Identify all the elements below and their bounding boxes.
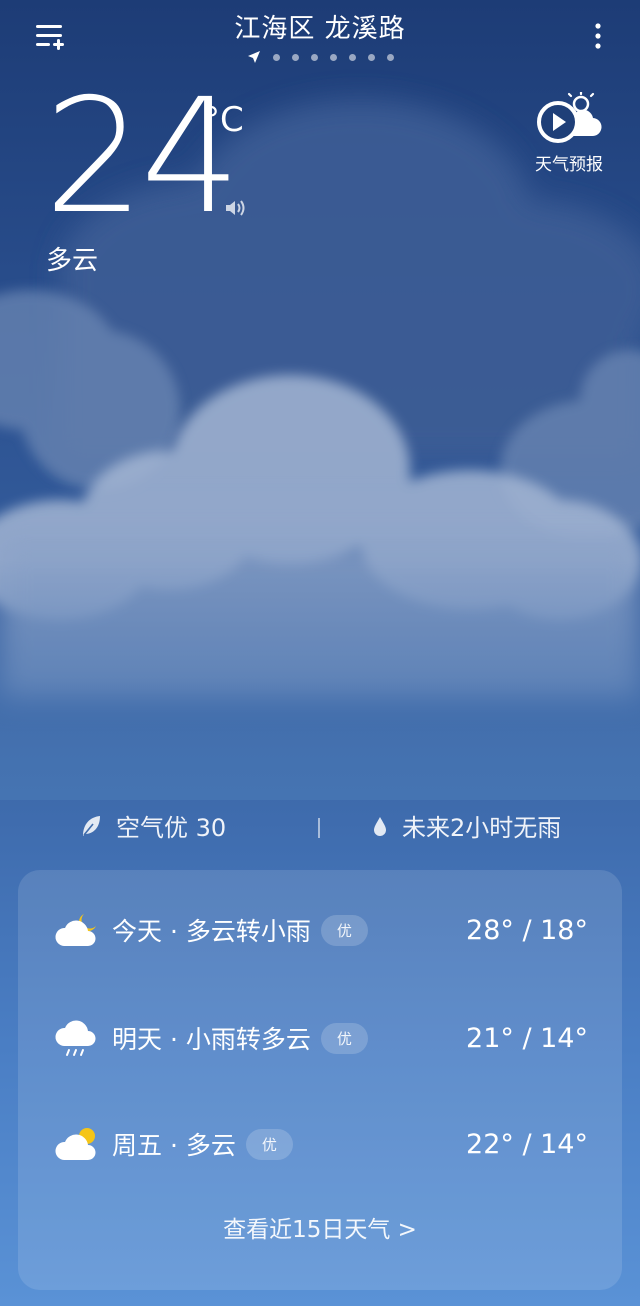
forecast-row-friday[interactable]: 周五 · 多云 优 22° / 14°: [18, 1114, 622, 1174]
page-dot: [348, 53, 356, 61]
more-vertical-icon: [595, 23, 601, 49]
forecast-row-tomorrow[interactable]: 明天 · 小雨转多云 优 21° / 14°: [18, 1008, 622, 1068]
light-rain-icon: [55, 1020, 96, 1056]
water-drop-icon: [374, 816, 386, 836]
page-dot: [291, 53, 299, 61]
rain-forecast-text: 未来2小时无雨: [402, 814, 562, 842]
location-title[interactable]: 江海区 龙溪路: [120, 8, 520, 45]
page-dot: [386, 53, 394, 61]
menu-add-icon: [36, 25, 64, 50]
air-quality-text: 空气优 30: [116, 814, 227, 842]
page-indicator: [120, 50, 520, 64]
forecast-label: 天气预报: [535, 155, 603, 175]
forecast-temps: 22° / 14°: [466, 1128, 588, 1160]
page-dot: [329, 53, 337, 61]
forecast-label: 明天 · 小雨转多云: [112, 1025, 311, 1054]
more-options-button[interactable]: [580, 16, 616, 56]
city-menu-button[interactable]: [28, 14, 72, 58]
view-15-day-forecast-link[interactable]: 查看近15日天气 >: [18, 1210, 622, 1244]
aqi-badge: 优: [320, 914, 368, 946]
page-dot: [310, 53, 318, 61]
weather-forecast-video-button[interactable]: 天气预报: [528, 90, 610, 175]
summary-row: 空气优 30 未来2小时无雨: [0, 808, 640, 848]
leaf-icon: [83, 815, 100, 836]
rain-forecast[interactable]: 未来2小时无雨: [372, 808, 561, 843]
temperature-unit: °C: [203, 100, 244, 140]
voice-broadcast-button[interactable]: [224, 197, 250, 219]
partly-cloudy-icon: [55, 1128, 96, 1160]
forecast-video-icon: [537, 90, 602, 143]
aqi-badge: 优: [320, 1022, 368, 1054]
speaker-icon: [226, 200, 245, 216]
daily-forecast-card: 今天 · 多云转小雨 优 28° / 18° 明天 · 小雨转多云 优 21° …: [18, 870, 622, 1290]
forecast-label: 周五 · 多云: [112, 1131, 236, 1160]
current-condition: 多云: [46, 246, 99, 276]
forecast-temps: 21° / 14°: [466, 1022, 588, 1054]
aqi-badge: 优: [245, 1128, 293, 1160]
forecast-temps: 28° / 18°: [466, 914, 588, 946]
forecast-row-today[interactable]: 今天 · 多云转小雨 优 28° / 18°: [18, 900, 622, 960]
divider: [318, 818, 320, 838]
location-arrow-icon: [247, 51, 260, 63]
page-dot: [367, 53, 375, 61]
forecast-label: 今天 · 多云转小雨: [112, 917, 311, 946]
cloudy-moon-icon: [55, 914, 96, 946]
page-dot: [272, 53, 280, 61]
air-quality[interactable]: 空气优 30: [80, 808, 226, 843]
